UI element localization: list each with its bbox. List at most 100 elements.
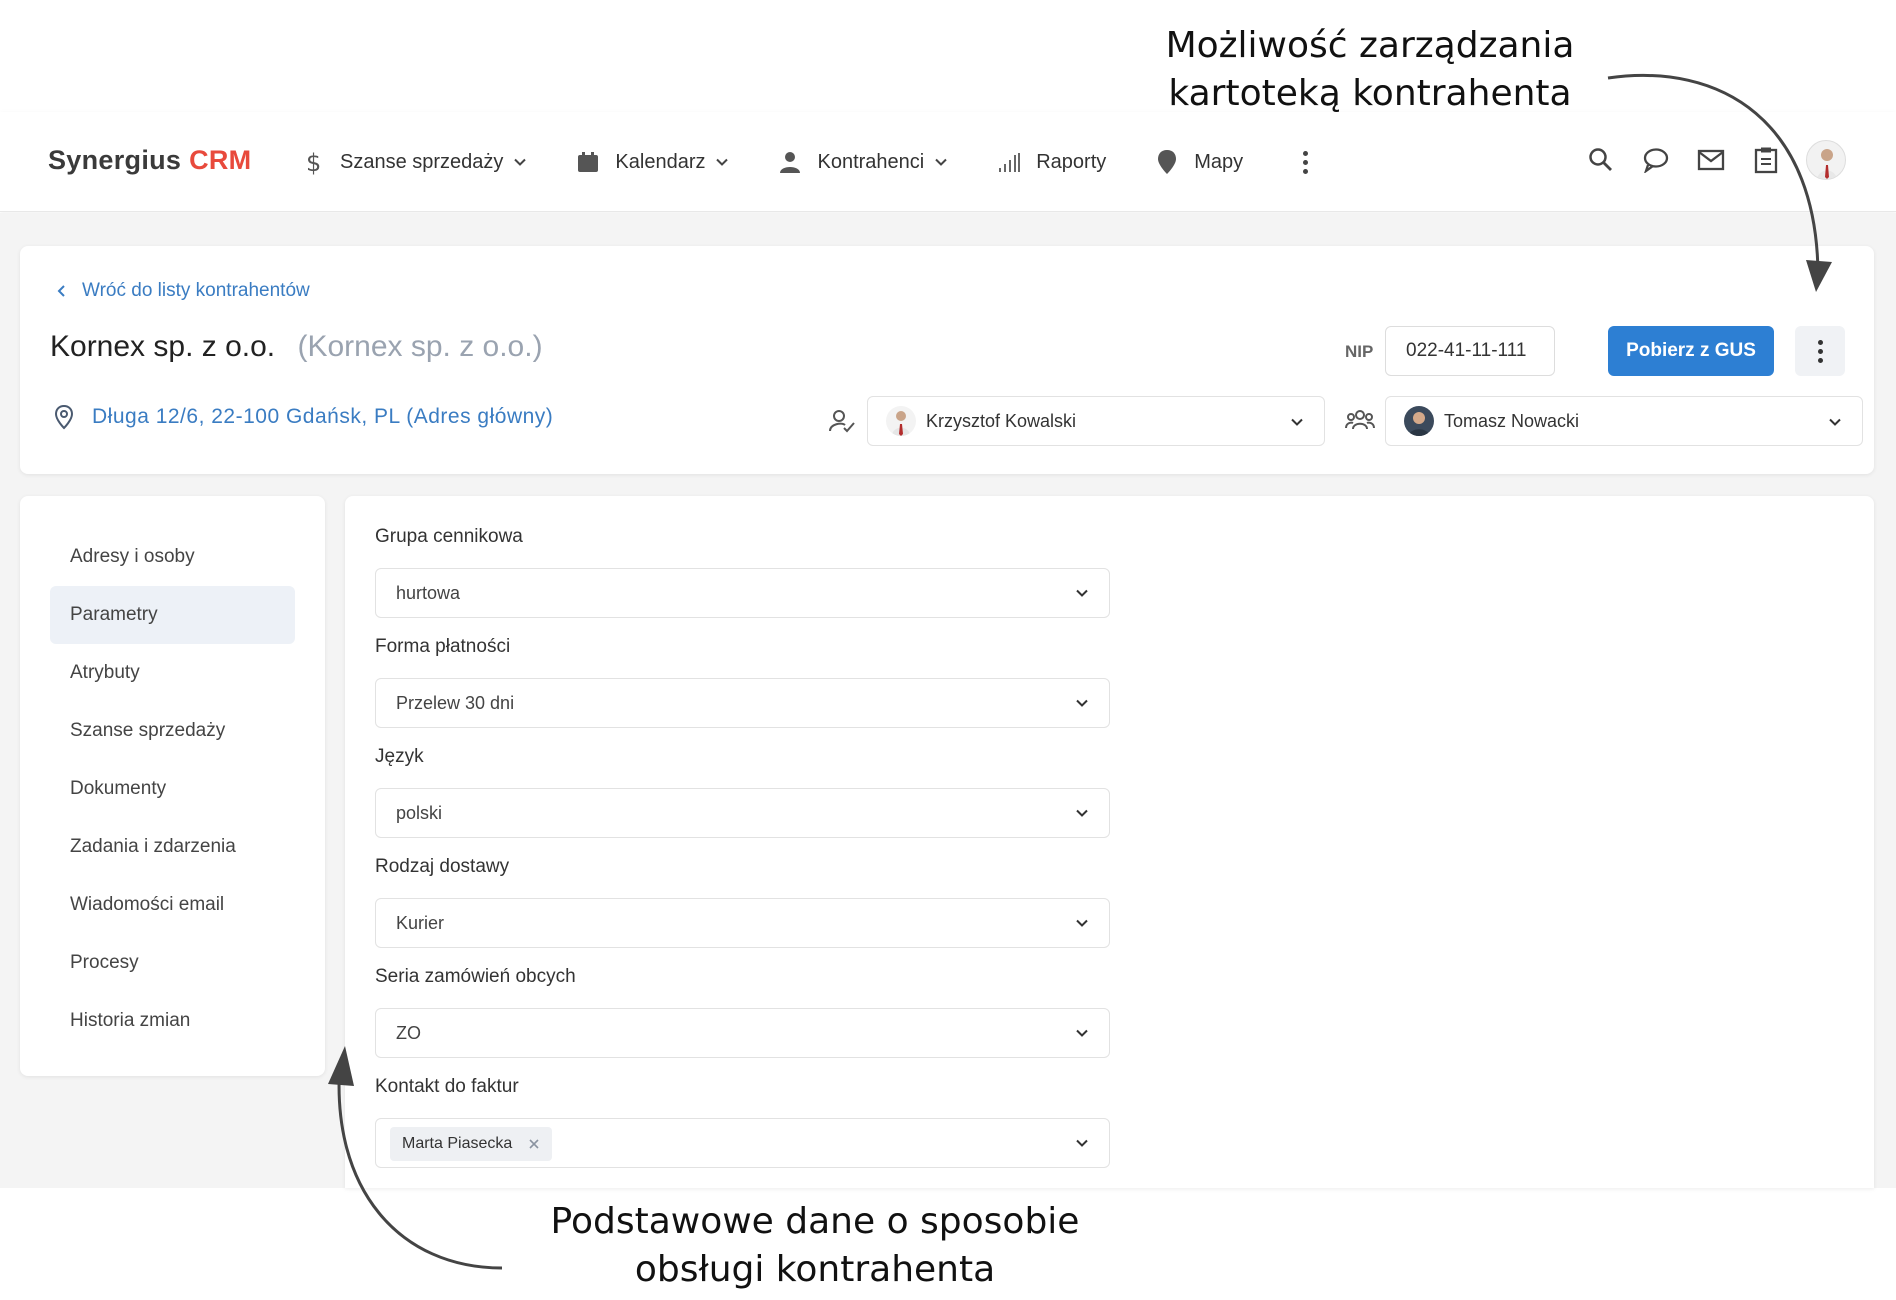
owner-check-icon (829, 410, 855, 433)
chat-icon[interactable] (1641, 145, 1671, 175)
company-alt-name: (Kornex sp. z o.o.) (297, 330, 543, 363)
team-member-avatar (1404, 406, 1434, 436)
side-item-addresses-persons[interactable]: Adresy i osoby (50, 528, 295, 586)
field-label: Rodzaj dostawy (375, 856, 510, 877)
nav-item-calendar[interactable]: Kalendarz (575, 142, 729, 182)
nip-input[interactable]: 022-41-11-111 (1385, 326, 1555, 376)
select-value: ZO (396, 1023, 421, 1043)
company-name: Kornex sp. z o.o. (50, 330, 276, 363)
contact-tag: Marta Piasecka (390, 1127, 553, 1162)
section-side-menu: Adresy i osoby Parametry Atrybuty Szanse… (20, 496, 325, 1076)
side-item-change-history[interactable]: Historia zmian (50, 992, 295, 1050)
field-invoice-contact: Kontakt do faktur Marta Piasecka (375, 1076, 1110, 1168)
select-value: hurtowa (396, 583, 461, 603)
field-label: Język (375, 746, 424, 767)
chevron-down-icon (1076, 919, 1088, 927)
main-address[interactable]: Długa 12/6, 22-100 Gdańsk, PL (Adres głó… (54, 404, 553, 430)
chevron-down-icon (1076, 1139, 1088, 1147)
team-member-name: Tomasz Nowacki (1444, 410, 1580, 431)
team-icon (1345, 410, 1375, 430)
chevron-down-icon (935, 158, 947, 166)
team-member-select[interactable]: Tomasz Nowacki (1385, 396, 1863, 446)
select-value: polski (396, 803, 443, 823)
side-item-processes[interactable]: Procesy (50, 934, 295, 992)
map-pin-icon (1154, 149, 1180, 175)
signal-bars-icon (996, 149, 1022, 175)
select-value: Kurier (396, 913, 445, 933)
price-group-select[interactable]: hurtowa (375, 568, 1110, 618)
external-order-series-select[interactable]: ZO (375, 1008, 1110, 1058)
field-external-order-series: Seria zamówień obcych ZO (375, 966, 1110, 1058)
field-language: Język polski (375, 746, 1110, 838)
nav-item-label: Mapy (1194, 150, 1244, 173)
nav-item-label: Szanse sprzedaży (340, 150, 504, 173)
owner-name: Krzysztof Kowalski (926, 410, 1077, 431)
chevron-down-icon (1076, 1029, 1088, 1037)
annotation-top: Możliwość zarządzania kartoteką kontrahe… (1120, 22, 1620, 118)
user-avatar[interactable] (1806, 140, 1846, 180)
contact-tag-label: Marta Piasecka (402, 1135, 513, 1153)
annotation-top-line2: kartoteką kontrahenta (1168, 73, 1572, 114)
svg-text:$: $ (306, 149, 321, 175)
select-value: Przelew 30 dni (396, 693, 515, 713)
person-icon (777, 149, 803, 175)
more-menu-icon[interactable] (1295, 142, 1315, 182)
field-label: Seria zamówień obcych (375, 966, 576, 987)
main-nav: $ Szanse sprzedaży Kalendarz Kontrahenci… (300, 142, 1315, 182)
chevron-down-icon (1076, 699, 1088, 707)
side-item-tasks-events[interactable]: Zadania i zdarzenia (50, 818, 295, 876)
chevron-down-icon (1076, 589, 1088, 597)
nav-item-label: Kalendarz (615, 150, 706, 173)
back-link-label: Wróć do listy kontrahentów (82, 280, 310, 301)
app-logo[interactable]: Synergius CRM (48, 145, 251, 176)
chevron-down-icon (716, 158, 729, 166)
chevron-down-icon (514, 158, 527, 166)
field-price-group: Grupa cennikowa hurtowa (375, 526, 1110, 618)
nav-item-maps[interactable]: Mapy (1154, 142, 1243, 182)
remove-tag-icon[interactable] (528, 1138, 540, 1150)
annotation-bottom-line1: Podstawowe dane o sposobie (550, 1201, 1080, 1242)
back-to-list-link[interactable]: Wróć do listy kontrahentów (56, 280, 310, 302)
field-label: Grupa cennikowa (375, 526, 523, 547)
dollar-icon: $ (300, 149, 326, 175)
nav-item-contractors[interactable]: Kontrahenci (777, 142, 948, 182)
side-item-email-messages[interactable]: Wiadomości email (50, 876, 295, 934)
mail-icon[interactable] (1696, 145, 1726, 175)
annotation-bottom: Podstawowe dane o sposobie obsługi kontr… (520, 1198, 1110, 1294)
annotation-top-line1: Możliwość zarządzania (1165, 25, 1575, 66)
logo-text: Synergius (48, 145, 182, 175)
fetch-from-gus-button[interactable]: Pobierz z GUS (1608, 326, 1774, 376)
nav-item-label: Raporty (1036, 150, 1107, 173)
contractor-header-card: Wróć do listy kontrahentów Kornex sp. z … (20, 246, 1874, 474)
chevron-down-icon (1829, 418, 1841, 426)
payment-method-select[interactable]: Przelew 30 dni (375, 678, 1110, 728)
annotation-bottom-line2: obsługi kontrahenta (634, 1249, 996, 1290)
side-item-sales-opportunities[interactable]: Szanse sprzedaży (50, 702, 295, 760)
nav-item-sales-opportunities[interactable]: $ Szanse sprzedaży (300, 142, 527, 182)
chevron-down-icon (1076, 809, 1088, 817)
parameters-form-card: Grupa cennikowa hurtowa Forma płatności … (345, 496, 1874, 1188)
calendar-icon (575, 149, 601, 175)
language-select[interactable]: polski (375, 788, 1110, 838)
chevron-down-icon (1291, 418, 1303, 426)
address-text: Długa 12/6, 22-100 Gdańsk, PL (Adres głó… (92, 405, 554, 428)
nip-label: NIP (1345, 342, 1374, 361)
side-item-attributes[interactable]: Atrybuty (50, 644, 295, 702)
side-item-documents[interactable]: Dokumenty (50, 760, 295, 818)
logo-crm-text: CRM (189, 145, 252, 175)
nav-right-icons (1561, 140, 1846, 180)
search-icon[interactable] (1586, 145, 1616, 175)
field-payment-method: Forma płatności Przelew 30 dni (375, 636, 1110, 728)
delivery-type-select[interactable]: Kurier (375, 898, 1110, 948)
side-item-parameters[interactable]: Parametry (50, 586, 295, 644)
field-label: Kontakt do faktur (375, 1076, 519, 1097)
top-navbar: Synergius CRM $ Szanse sprzedaży Kalenda… (0, 112, 1896, 212)
nav-item-reports[interactable]: Raporty (996, 142, 1106, 182)
clipboard-icon[interactable] (1751, 145, 1781, 175)
field-label: Forma płatności (375, 636, 511, 657)
nav-item-label: Kontrahenci (817, 150, 925, 173)
company-title: Kornex sp. z o.o. (Kornex sp. z o.o.) (50, 330, 543, 364)
owner-select[interactable]: Krzysztof Kowalski (867, 396, 1325, 446)
more-actions-button[interactable] (1795, 326, 1845, 376)
invoice-contact-select[interactable]: Marta Piasecka (375, 1118, 1110, 1168)
